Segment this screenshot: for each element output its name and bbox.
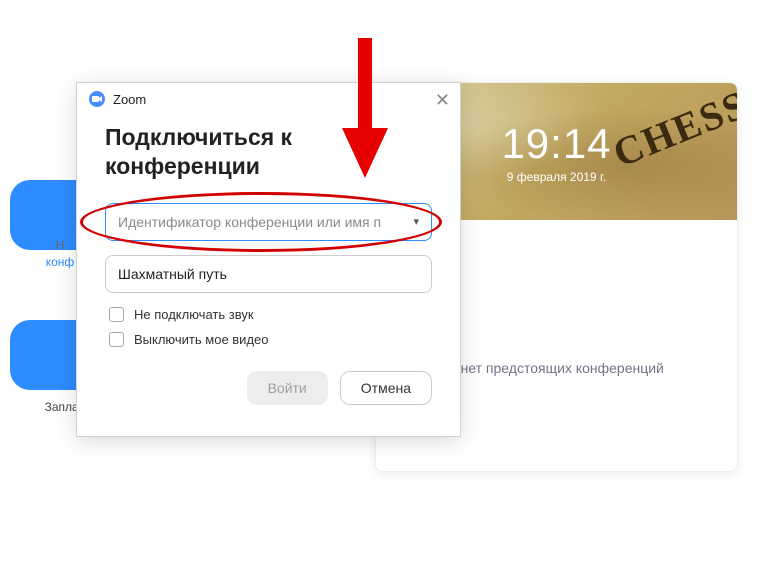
join-dialog: Zoom ✕ Подключиться к конференции Иденти… (76, 82, 461, 437)
dialog-header: Zoom ✕ (77, 83, 460, 115)
no-audio-checkbox[interactable]: Не подключать звук (105, 307, 432, 322)
cancel-button[interactable]: Отмена (340, 371, 432, 405)
no-video-checkbox[interactable]: Выключить мое видео (105, 332, 432, 347)
dialog-app-name: Zoom (113, 92, 146, 107)
annotation-arrow (340, 38, 390, 183)
zoom-icon (89, 91, 105, 107)
close-icon[interactable]: ✕ (435, 91, 450, 109)
no-audio-label: Не подключать звук (134, 307, 254, 322)
clock-date: 9 февраля 2019 г. (507, 170, 606, 184)
meeting-id-input[interactable]: Идентификатор конференции или имя п ▾ (105, 203, 432, 241)
clock-time: 19:14 (501, 120, 611, 168)
checkbox-icon (109, 332, 124, 347)
chess-decoration: CHESS (606, 83, 737, 177)
name-input[interactable]: Шахматный путь (105, 255, 432, 293)
no-video-label: Выключить мое видео (134, 332, 269, 347)
meeting-id-placeholder: Идентификатор конференции или имя п (118, 214, 405, 230)
chevron-down-icon: ▾ (413, 215, 419, 228)
checkbox-icon (109, 307, 124, 322)
join-button[interactable]: Войти (247, 371, 328, 405)
